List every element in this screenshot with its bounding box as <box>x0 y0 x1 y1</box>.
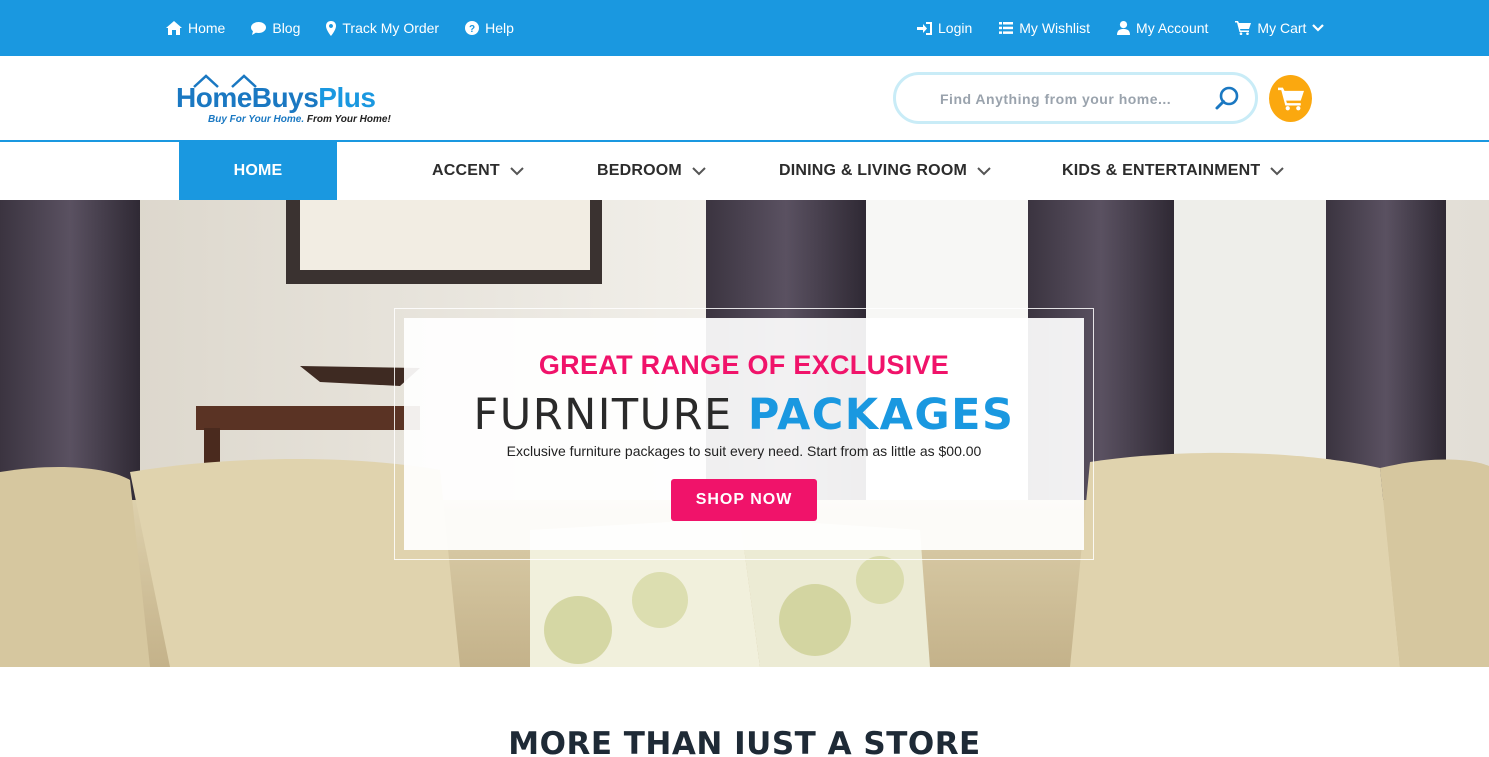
search-box <box>893 72 1258 124</box>
top-link-label: Blog <box>272 20 301 36</box>
nav-item-label: ACCENT <box>432 162 500 179</box>
user-icon <box>1117 21 1131 35</box>
home-icon <box>166 21 182 35</box>
hero-card: GREAT RANGE OF EXCLUSIVE FURNITURE PACKA… <box>404 318 1084 550</box>
svg-text:?: ? <box>469 24 475 35</box>
top-link-label: Login <box>938 20 973 36</box>
cart-icon <box>1277 87 1304 110</box>
chevron-down-icon <box>1312 24 1325 32</box>
nav-item-bedroom[interactable]: BEDROOM <box>597 142 706 200</box>
top-link-help[interactable]: ? Help <box>465 20 514 36</box>
nav-item-label: KIDS & ENTERTAINMENT <box>1062 162 1261 179</box>
chevron-down-icon <box>1270 166 1285 175</box>
top-link-wishlist[interactable]: My Wishlist <box>999 20 1090 36</box>
top-link-account[interactable]: My Account <box>1117 20 1208 36</box>
top-bar-left-links: Home Blog Track My Order ? Help <box>166 0 514 56</box>
top-link-blog[interactable]: Blog <box>251 20 300 36</box>
hero-kicker: GREAT RANGE OF EXCLUSIVE <box>538 350 950 380</box>
nav-item-home[interactable]: HOME <box>179 142 337 200</box>
nav-item-label: BEDROOM <box>597 162 682 179</box>
nav-item-accent[interactable]: ACCENT <box>432 142 524 200</box>
hero-subtitle: Exclusive furniture packages to suit eve… <box>506 443 982 459</box>
chevron-down-icon <box>510 166 524 175</box>
top-bar-right-links: Login My Wishlist My Account My Cart <box>917 0 1325 56</box>
chevron-down-icon <box>692 166 706 175</box>
top-link-login[interactable]: Login <box>917 20 972 36</box>
nav-item-kids-entertainment[interactable]: KIDS & ENTERTAINMENT <box>1062 142 1285 200</box>
header-cart-button[interactable] <box>1269 75 1312 122</box>
top-link-label: My Cart <box>1257 20 1307 36</box>
cart-icon <box>1235 21 1252 35</box>
site-header: HomeBuysPlus Buy For Your Home. From You… <box>0 56 1489 142</box>
search-icon[interactable] <box>1214 86 1240 112</box>
shop-now-button[interactable]: SHOP NOW <box>671 479 817 521</box>
list-icon <box>999 22 1014 34</box>
nav-item-label: DINING & LIVING ROOM <box>779 162 967 179</box>
nav-item-label: HOME <box>233 162 283 179</box>
top-link-home[interactable]: Home <box>166 20 225 36</box>
hero-title: FURNITURE PACKAGES <box>473 390 1015 440</box>
top-link-track-order[interactable]: Track My Order <box>326 20 439 36</box>
map-pin-icon <box>326 20 337 36</box>
logo-wordmark: HomeBuysPlus <box>176 82 376 113</box>
search-input[interactable] <box>940 87 1200 111</box>
top-bar: Home Blog Track My Order ? Help Login My… <box>0 0 1489 56</box>
question-circle-icon: ? <box>465 21 480 35</box>
chevron-down-icon <box>977 166 991 175</box>
logo-tagline: Buy For Your Home. From Your Home! <box>208 114 391 125</box>
chat-bubble-icon <box>251 21 267 35</box>
top-link-label: Help <box>485 20 514 36</box>
top-link-label: My Account <box>1136 20 1209 36</box>
hero-banner: GREAT RANGE OF EXCLUSIVE FURNITURE PACKA… <box>0 200 1489 667</box>
sign-in-icon <box>917 21 932 35</box>
top-link-label: Track My Order <box>342 20 440 36</box>
top-link-label: Home <box>188 20 226 36</box>
top-link-cart[interactable]: My Cart <box>1235 20 1325 36</box>
section-heading: MORE THAN IUST A STORE <box>508 726 981 757</box>
main-nav: HOME ACCENT BEDROOM DINING & LIVING ROOM… <box>0 142 1489 200</box>
nav-item-dining-living[interactable]: DINING & LIVING ROOM <box>779 142 991 200</box>
site-logo[interactable]: HomeBuysPlus Buy For Your Home. From You… <box>176 74 416 126</box>
top-link-label: My Wishlist <box>1019 20 1091 36</box>
